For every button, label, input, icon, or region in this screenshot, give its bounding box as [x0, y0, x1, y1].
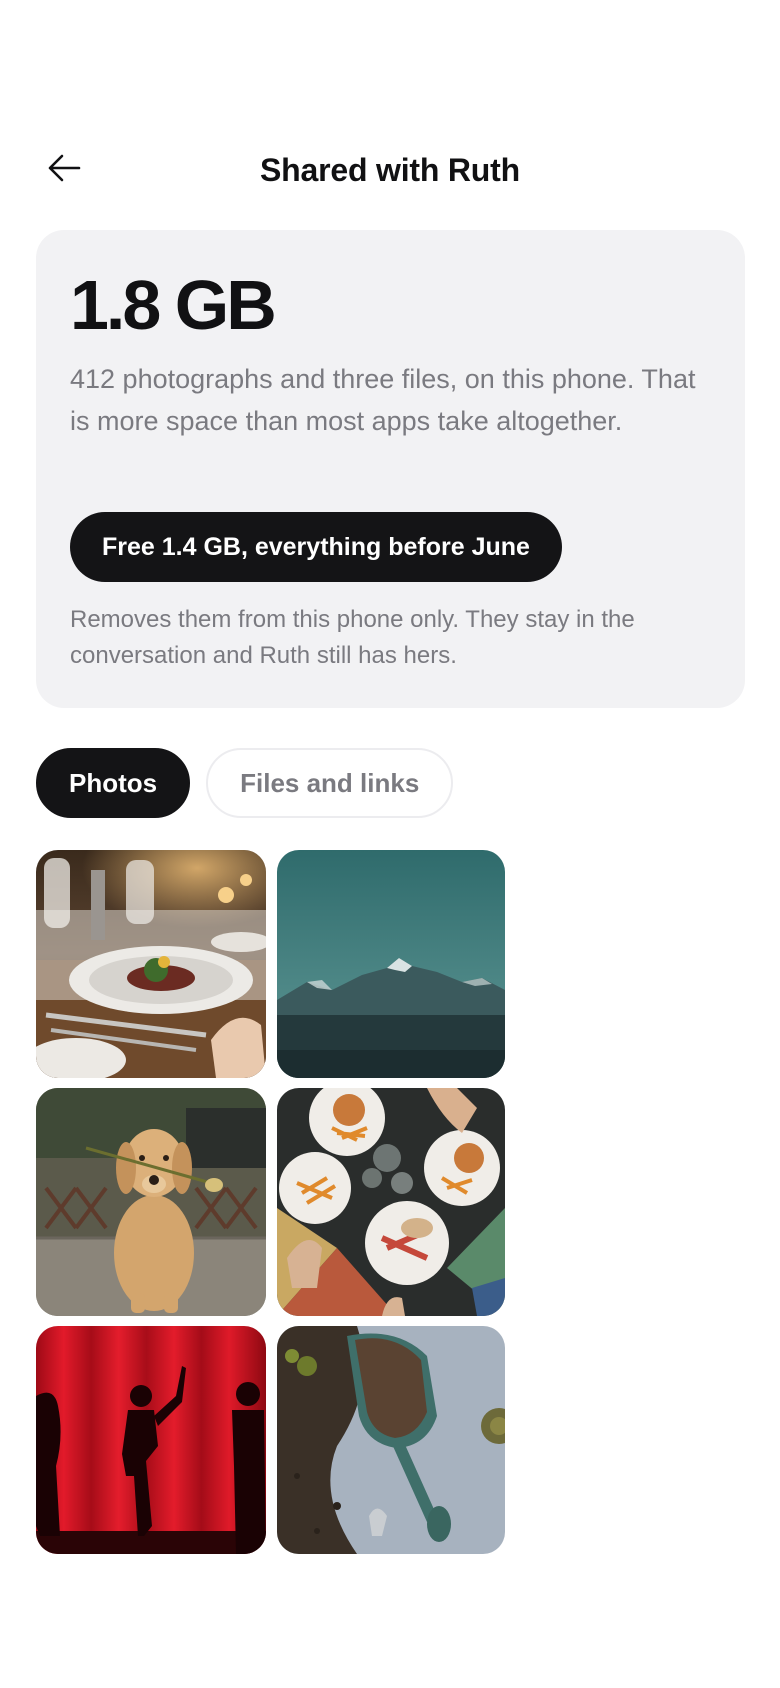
media-tabs: Photos Files and links — [36, 748, 454, 818]
tab-files-and-links[interactable]: Files and links — [206, 748, 454, 818]
storage-description: 412 photographs and three files, on this… — [70, 364, 696, 436]
photo-thumbnail-golden-retriever[interactable] — [36, 1088, 266, 1316]
garden-trowel-photo — [277, 1326, 505, 1554]
free-space-button[interactable]: Free 1.4 GB, everything before June — [70, 512, 562, 582]
burgers-and-fries-photo — [277, 1088, 505, 1316]
mountains-photo — [277, 850, 505, 1078]
theatre-curtain-photo — [36, 1326, 266, 1554]
header: Shared with Ruth — [0, 136, 780, 208]
photo-thumbnail-garden-trowel[interactable] — [277, 1326, 505, 1554]
photo-grid — [36, 850, 506, 1554]
photo-thumbnail-dinner-table[interactable] — [36, 850, 266, 1078]
storage-size: 1.8 GB — [70, 266, 277, 344]
free-space-note: Removes them from this phone only. They … — [70, 606, 635, 669]
photo-thumbnail-theatre-curtain[interactable] — [36, 1326, 266, 1554]
tab-photos[interactable]: Photos — [36, 748, 191, 818]
dinner-table-photo — [36, 850, 266, 1078]
golden-retriever-photo — [36, 1088, 266, 1316]
storage-card: 1.8 GB 412 photographs and three files, … — [36, 230, 745, 708]
page-title: Shared with Ruth — [260, 152, 520, 188]
photo-thumbnail-burgers-and-fries[interactable] — [277, 1088, 505, 1316]
photo-thumbnail-mountains[interactable] — [277, 850, 505, 1078]
